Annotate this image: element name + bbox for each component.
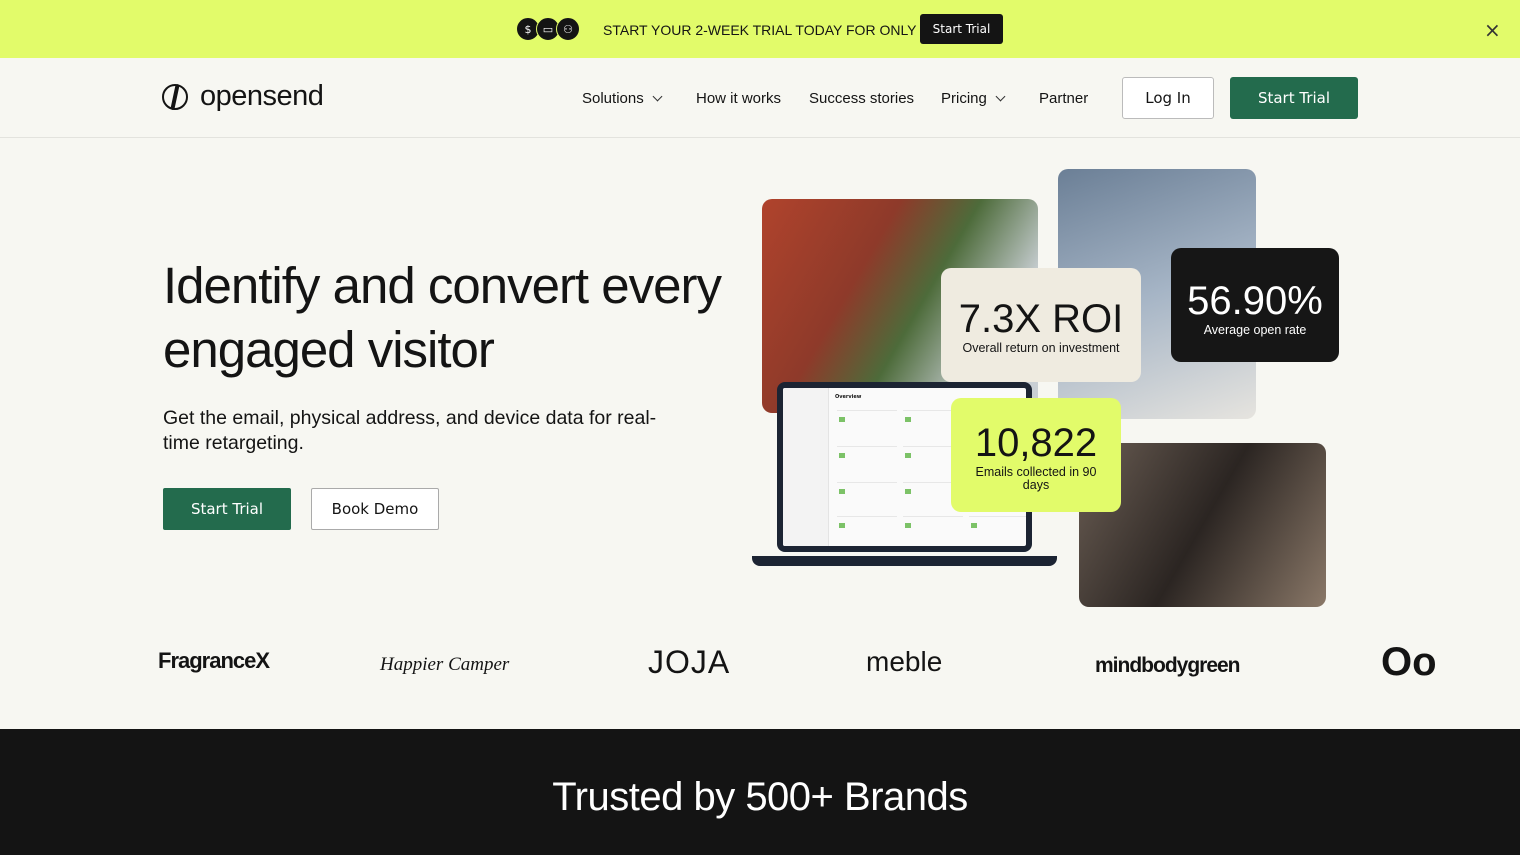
banner-start-trial-button[interactable]: Start Trial xyxy=(920,14,1003,44)
brand-logo: Happier Camper xyxy=(380,654,510,675)
stat-emails: 10,822 Emails collected in 90 days xyxy=(951,398,1121,512)
brand-logo: Oo xyxy=(1381,640,1437,684)
brand-logo: meble xyxy=(866,646,943,677)
logo[interactable]: opensend xyxy=(162,80,324,113)
nav-partner[interactable]: Partner xyxy=(1039,90,1088,107)
nav-label: Solutions xyxy=(582,90,644,107)
navbar: opensend Solutions How it works Success … xyxy=(0,58,1520,138)
brand-logos: FragranceX Happier Camper JOJA meble min… xyxy=(0,640,1520,700)
trusted-heading: Trusted by 500+ Brands xyxy=(552,775,968,819)
nav-label: Pricing xyxy=(941,90,987,107)
trusted-section: Trusted by 500+ Brands xyxy=(0,729,1520,855)
stat-value: 56.90% xyxy=(1187,279,1323,323)
brand-logo: JOJA xyxy=(648,644,731,680)
stat-value: 10,822 xyxy=(974,421,1098,465)
login-button[interactable]: Log In xyxy=(1122,77,1214,119)
brand-logo: FragranceX xyxy=(158,648,270,673)
book-demo-button[interactable]: Book Demo xyxy=(311,488,439,530)
hero-title: Identify and convert every engaged visit… xyxy=(163,257,722,378)
dashboard-title: Overview xyxy=(835,394,862,400)
nav-pricing[interactable]: Pricing xyxy=(941,90,1006,107)
close-icon[interactable]: × xyxy=(1484,18,1501,42)
nav-how-it-works[interactable]: How it works xyxy=(696,90,781,107)
nav-solutions[interactable]: Solutions xyxy=(582,90,663,107)
hero-start-trial-button[interactable]: Start Trial xyxy=(163,488,291,530)
start-trial-button[interactable]: Start Trial xyxy=(1230,77,1358,119)
stat-open-rate: 56.90% Average open rate xyxy=(1171,248,1339,362)
logo-mark-icon xyxy=(162,83,188,110)
logo-text: opensend xyxy=(200,80,324,112)
stat-value: 7.3X ROI xyxy=(958,297,1124,341)
stat-label: Average open rate xyxy=(1203,323,1307,337)
stat-label: Emails collected in 90 days xyxy=(975,465,1097,492)
chevron-down-icon xyxy=(995,91,1006,102)
hero-subtitle: Get the email, physical address, and dev… xyxy=(163,407,657,454)
nav-success-stories[interactable]: Success stories xyxy=(809,90,914,107)
chevron-down-icon xyxy=(652,91,663,102)
banner-icons: $ ▭ ⚇ xyxy=(516,17,580,41)
stat-label: Overall return on investment xyxy=(962,341,1120,355)
promo-banner: $ ▭ ⚇ START YOUR 2-WEEK TRIAL TODAY FOR … xyxy=(0,0,1520,58)
banner-text: START YOUR 2-WEEK TRIAL TODAY FOR ONLY $… xyxy=(603,22,936,38)
stat-roi: 7.3X ROI Overall return on investment xyxy=(941,268,1141,382)
people-icon: ⚇ xyxy=(556,17,580,41)
brand-logo: mindbodygreen xyxy=(1095,654,1241,677)
